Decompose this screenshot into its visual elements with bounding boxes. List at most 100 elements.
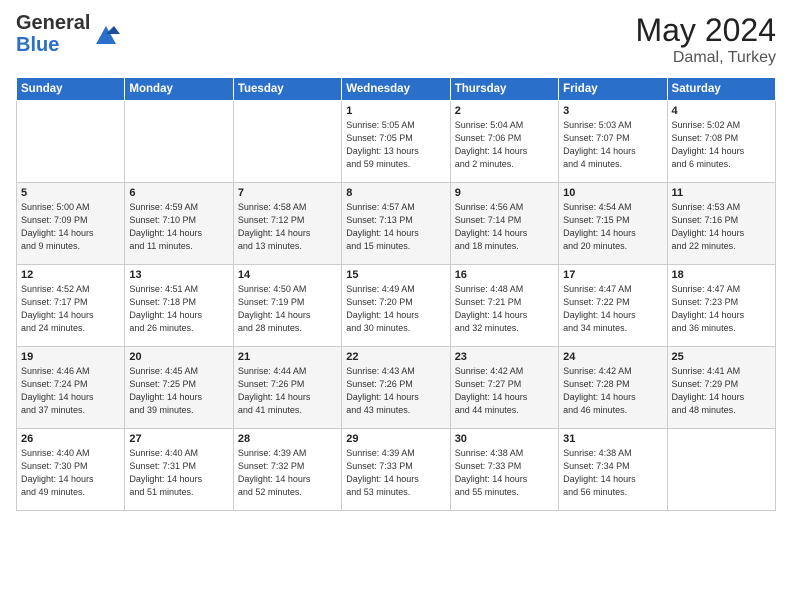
- day-detail: Sunrise: 4:39 AM Sunset: 7:33 PM Dayligh…: [346, 447, 445, 499]
- day-cell: 1Sunrise: 5:05 AM Sunset: 7:05 PM Daylig…: [342, 101, 450, 183]
- col-header-friday: Friday: [559, 78, 667, 101]
- day-detail: Sunrise: 4:43 AM Sunset: 7:26 PM Dayligh…: [346, 365, 445, 417]
- day-number: 11: [672, 187, 771, 199]
- day-detail: Sunrise: 4:40 AM Sunset: 7:30 PM Dayligh…: [21, 447, 120, 499]
- day-cell: 19 Sunrise: 4:46 AM Sunset: 7:24 PM Dayli…: [17, 347, 125, 429]
- logo-general: General: [16, 12, 90, 34]
- day-number: 25: [672, 351, 771, 363]
- day-cell: 4Sunrise: 5:02 AM Sunset: 7:08 PM Daylig…: [667, 101, 775, 183]
- logo-icon: [92, 20, 120, 48]
- day-number: 8: [346, 187, 445, 199]
- day-number: 7: [238, 187, 337, 199]
- day-detail: Sunrise: 4:58 AM Sunset: 7:12 PM Dayligh…: [238, 201, 337, 253]
- col-header-monday: Monday: [125, 78, 233, 101]
- day-number: 18: [672, 269, 771, 281]
- day-number: 15: [346, 269, 445, 281]
- day-number: 22: [346, 351, 445, 363]
- day-number: 13: [129, 269, 228, 281]
- day-cell: 14 Sunrise: 4:50 AM Sunset: 7:19 PM Dayli…: [233, 265, 341, 347]
- day-number: 16: [455, 269, 554, 281]
- day-cell: 24 Sunrise: 4:42 AM Sunset: 7:28 PM Dayli…: [559, 347, 667, 429]
- day-number: 19: [21, 351, 120, 363]
- header: General Blue May 2024 Damal, Turkey: [16, 12, 776, 67]
- day-number: 31: [563, 433, 662, 445]
- day-detail: Sunrise: 4:45 AM Sunset: 7:25 PM Dayligh…: [129, 365, 228, 417]
- day-detail: Sunrise: 4:54 AM Sunset: 7:15 PM Dayligh…: [563, 201, 662, 253]
- week-row-2: 5 Sunrise: 5:00 AM Sunset: 7:09 PM Daylig…: [17, 183, 776, 265]
- day-cell: 6 Sunrise: 4:59 AM Sunset: 7:10 PM Daylig…: [125, 183, 233, 265]
- day-detail: Sunrise: 4:50 AM Sunset: 7:19 PM Dayligh…: [238, 283, 337, 335]
- day-cell: 30Sunrise: 4:38 AM Sunset: 7:33 PM Dayli…: [450, 429, 558, 511]
- week-row-1: 1Sunrise: 5:05 AM Sunset: 7:05 PM Daylig…: [17, 101, 776, 183]
- day-detail: Sunrise: 4:52 AM Sunset: 7:17 PM Dayligh…: [21, 283, 120, 335]
- day-cell: 7 Sunrise: 4:58 AM Sunset: 7:12 PM Daylig…: [233, 183, 341, 265]
- day-cell: 15Sunrise: 4:49 AM Sunset: 7:20 PM Dayli…: [342, 265, 450, 347]
- logo-text: General Blue: [16, 12, 90, 56]
- day-detail: Sunrise: 4:59 AM Sunset: 7:10 PM Dayligh…: [129, 201, 228, 253]
- day-cell: 29Sunrise: 4:39 AM Sunset: 7:33 PM Dayli…: [342, 429, 450, 511]
- day-cell: 9 Sunrise: 4:56 AM Sunset: 7:14 PM Daylig…: [450, 183, 558, 265]
- day-detail: Sunrise: 4:56 AM Sunset: 7:14 PM Dayligh…: [455, 201, 554, 253]
- day-cell: 5 Sunrise: 5:00 AM Sunset: 7:09 PM Daylig…: [17, 183, 125, 265]
- day-number: 9: [455, 187, 554, 199]
- day-cell: 8Sunrise: 4:57 AM Sunset: 7:13 PM Daylig…: [342, 183, 450, 265]
- calendar-page: General Blue May 2024 Damal, Turkey Sund…: [0, 0, 792, 612]
- day-detail: Sunrise: 4:38 AM Sunset: 7:34 PM Dayligh…: [563, 447, 662, 499]
- day-number: 17: [563, 269, 662, 281]
- calendar-table: SundayMondayTuesdayWednesdayThursdayFrid…: [16, 77, 776, 511]
- day-detail: Sunrise: 4:41 AM Sunset: 7:29 PM Dayligh…: [672, 365, 771, 417]
- day-cell: 17Sunrise: 4:47 AM Sunset: 7:22 PM Dayli…: [559, 265, 667, 347]
- day-cell: 25 Sunrise: 4:41 AM Sunset: 7:29 PM Dayli…: [667, 347, 775, 429]
- day-detail: Sunrise: 4:48 AM Sunset: 7:21 PM Dayligh…: [455, 283, 554, 335]
- day-number: 14: [238, 269, 337, 281]
- day-cell: 31 Sunrise: 4:38 AM Sunset: 7:34 PM Dayli…: [559, 429, 667, 511]
- week-row-5: 26 Sunrise: 4:40 AM Sunset: 7:30 PM Dayli…: [17, 429, 776, 511]
- col-header-sunday: Sunday: [17, 78, 125, 101]
- day-detail: Sunrise: 4:38 AM Sunset: 7:33 PM Dayligh…: [455, 447, 554, 499]
- day-cell: 2 Sunrise: 5:04 AM Sunset: 7:06 PM Daylig…: [450, 101, 558, 183]
- day-number: 24: [563, 351, 662, 363]
- day-cell: 26 Sunrise: 4:40 AM Sunset: 7:30 PM Dayli…: [17, 429, 125, 511]
- day-detail: Sunrise: 4:42 AM Sunset: 7:28 PM Dayligh…: [563, 365, 662, 417]
- day-detail: Sunrise: 5:00 AM Sunset: 7:09 PM Dayligh…: [21, 201, 120, 253]
- day-number: 3: [563, 105, 662, 117]
- day-number: 6: [129, 187, 228, 199]
- day-detail: Sunrise: 4:39 AM Sunset: 7:32 PM Dayligh…: [238, 447, 337, 499]
- col-header-saturday: Saturday: [667, 78, 775, 101]
- day-detail: Sunrise: 4:47 AM Sunset: 7:23 PM Dayligh…: [672, 283, 771, 335]
- day-detail: Sunrise: 4:53 AM Sunset: 7:16 PM Dayligh…: [672, 201, 771, 253]
- day-detail: Sunrise: 4:40 AM Sunset: 7:31 PM Dayligh…: [129, 447, 228, 499]
- title-location: Damal, Turkey: [635, 49, 776, 67]
- day-cell: 10 Sunrise: 4:54 AM Sunset: 7:15 PM Dayli…: [559, 183, 667, 265]
- week-row-4: 19 Sunrise: 4:46 AM Sunset: 7:24 PM Dayli…: [17, 347, 776, 429]
- day-cell: 12Sunrise: 4:52 AM Sunset: 7:17 PM Dayli…: [17, 265, 125, 347]
- day-cell: 22 Sunrise: 4:43 AM Sunset: 7:26 PM Dayli…: [342, 347, 450, 429]
- day-number: 5: [21, 187, 120, 199]
- day-number: 20: [129, 351, 228, 363]
- day-cell: [17, 101, 125, 183]
- day-detail: Sunrise: 5:03 AM Sunset: 7:07 PM Dayligh…: [563, 119, 662, 171]
- day-cell: 18 Sunrise: 4:47 AM Sunset: 7:23 PM Dayli…: [667, 265, 775, 347]
- day-number: 2: [455, 105, 554, 117]
- day-cell: 16 Sunrise: 4:48 AM Sunset: 7:21 PM Dayli…: [450, 265, 558, 347]
- day-number: 26: [21, 433, 120, 445]
- day-cell: 13 Sunrise: 4:51 AM Sunset: 7:18 PM Dayli…: [125, 265, 233, 347]
- day-detail: Sunrise: 4:46 AM Sunset: 7:24 PM Dayligh…: [21, 365, 120, 417]
- week-row-3: 12Sunrise: 4:52 AM Sunset: 7:17 PM Dayli…: [17, 265, 776, 347]
- day-cell: 21Sunrise: 4:44 AM Sunset: 7:26 PM Dayli…: [233, 347, 341, 429]
- col-header-tuesday: Tuesday: [233, 78, 341, 101]
- day-cell: [125, 101, 233, 183]
- day-number: 1: [346, 105, 445, 117]
- day-cell: 27Sunrise: 4:40 AM Sunset: 7:31 PM Dayli…: [125, 429, 233, 511]
- header-row: SundayMondayTuesdayWednesdayThursdayFrid…: [17, 78, 776, 101]
- day-cell: 20 Sunrise: 4:45 AM Sunset: 7:25 PM Dayli…: [125, 347, 233, 429]
- col-header-wednesday: Wednesday: [342, 78, 450, 101]
- day-number: 23: [455, 351, 554, 363]
- day-cell: 23Sunrise: 4:42 AM Sunset: 7:27 PM Dayli…: [450, 347, 558, 429]
- day-cell: 11 Sunrise: 4:53 AM Sunset: 7:16 PM Dayli…: [667, 183, 775, 265]
- title-month: May 2024: [635, 12, 776, 49]
- logo: General Blue: [16, 12, 120, 56]
- day-detail: Sunrise: 5:04 AM Sunset: 7:06 PM Dayligh…: [455, 119, 554, 171]
- day-number: 10: [563, 187, 662, 199]
- day-detail: Sunrise: 4:51 AM Sunset: 7:18 PM Dayligh…: [129, 283, 228, 335]
